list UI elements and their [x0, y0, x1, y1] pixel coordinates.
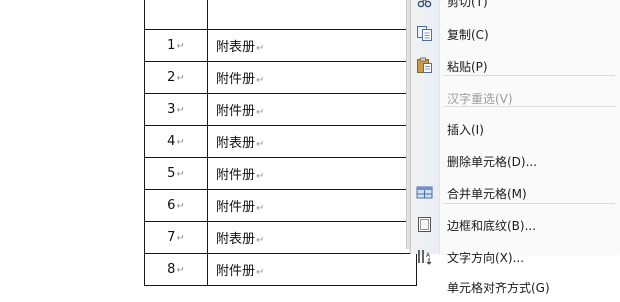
svg-text:A: A [426, 252, 431, 259]
paragraph-mark: ↵ [256, 203, 265, 214]
menu-separator [443, 106, 615, 107]
table-cell-name[interactable]: 附件册↵ [207, 253, 417, 286]
paragraph-mark: ↵ [256, 75, 265, 86]
menu-item-label: 合并单元格(M) [447, 187, 527, 201]
borders-icon [416, 216, 433, 233]
menu-item-reselect-hanzi: 汉字重选(V) [411, 83, 620, 113]
table-cell-number[interactable]: 5↵ [144, 157, 208, 190]
table-row: 8↵ 附件册↵ [144, 253, 417, 286]
row-number: 8 [167, 262, 176, 277]
document-table[interactable]: 1↵ 附表册↵ 2↵ 附件册↵ 3↵ 附件册↵ 4↵ 附表册↵ 5↵ 附件册↵ … [144, 0, 417, 286]
menu-separator [443, 75, 615, 76]
menu-item-borders-shading[interactable]: 边框和底纹(B)... [411, 210, 620, 240]
row-name: 附件册 [216, 264, 256, 279]
paragraph-mark: ↵ [176, 169, 185, 180]
paragraph-mark: ↵ [176, 137, 185, 148]
row-number: 6 [167, 198, 176, 213]
paragraph-mark: ↵ [176, 233, 185, 244]
paragraph-mark: ↵ [176, 201, 185, 212]
menu-item-cell-alignment[interactable]: 单元格对齐方式(G) [411, 272, 620, 302]
menu-item-label: 文字方向(X)... [447, 251, 525, 265]
paragraph-mark: ↵ [256, 235, 265, 246]
page-margin [0, 0, 144, 249]
scissors-icon [416, 0, 433, 9]
paragraph-mark: ↵ [256, 43, 265, 54]
menu-item-label: 复制(C) [447, 28, 489, 42]
table-cell-number[interactable]: 1↵ [144, 29, 208, 62]
table-cell-name[interactable]: 附件册↵ [207, 157, 417, 190]
row-name: 附件册 [216, 200, 256, 215]
paragraph-mark: ↵ [256, 267, 265, 278]
merge-cells-icon [416, 184, 433, 201]
table-cell-name[interactable]: 附件册↵ [207, 189, 417, 222]
table-cell-name[interactable] [207, 0, 417, 30]
table-cell-name[interactable]: 附表册↵ [207, 29, 417, 62]
menu-item-paste[interactable]: 粘贴(P) [411, 51, 620, 81]
menu-item-text-direction[interactable]: A 文字方向(X)... [411, 242, 620, 272]
table-row: 5↵ 附件册↵ [144, 157, 417, 190]
text-direction-icon: A [416, 248, 433, 265]
row-name: 附件册 [216, 168, 256, 183]
paragraph-mark: ↵ [176, 105, 185, 116]
table-cell-number[interactable]: 4↵ [144, 125, 208, 158]
menu-item-label: 剪切(T) [447, 0, 488, 9]
context-menu: 剪切(T) 复制(C) 粘贴(P) 汉字重选(V) 插入(I) 删除单元格(D)… [410, 0, 620, 295]
menu-separator [443, 203, 615, 204]
paragraph-mark: ↵ [176, 265, 185, 276]
menu-item-label: 单元格对齐方式(G) [447, 281, 550, 295]
table-cell-name[interactable]: 附表册↵ [207, 125, 417, 158]
row-number: 5 [167, 166, 176, 181]
menu-item-label: 粘贴(P) [447, 60, 488, 74]
row-name: 附表册 [216, 40, 256, 55]
table-row: 6↵ 附件册↵ [144, 189, 417, 222]
paragraph-mark: ↵ [256, 171, 265, 182]
paragraph-mark: ↵ [176, 41, 185, 52]
menu-item-copy[interactable]: 复制(C) [411, 19, 620, 49]
table-row: 1↵ 附表册↵ [144, 29, 417, 62]
row-name: 附件册 [216, 104, 256, 119]
table-cell-number[interactable] [144, 0, 208, 30]
copy-icon [416, 25, 433, 42]
row-number: 1 [167, 38, 176, 53]
paste-icon [416, 57, 433, 74]
row-name: 附表册 [216, 136, 256, 151]
row-name: 附件册 [216, 72, 256, 87]
menu-item-label: 边框和底纹(B)... [447, 219, 537, 233]
row-number: 4 [167, 134, 176, 149]
table-row: 2↵ 附件册↵ [144, 61, 417, 94]
table-row [144, 0, 417, 30]
table-cell-name[interactable]: 附件册↵ [207, 93, 417, 126]
paragraph-mark: ↵ [176, 73, 185, 84]
menu-item-label: 汉字重选(V) [447, 92, 513, 106]
table-cell-number[interactable]: 6↵ [144, 189, 208, 222]
table-row: 3↵ 附件册↵ [144, 93, 417, 126]
table-cell-number[interactable]: 8↵ [144, 253, 208, 286]
table-row: 4↵ 附表册↵ [144, 125, 417, 158]
row-number: 2 [167, 70, 176, 85]
paragraph-mark: ↵ [256, 107, 265, 118]
table-cell-name[interactable]: 附件册↵ [207, 61, 417, 94]
row-number: 7 [167, 230, 176, 245]
menu-item-cut[interactable]: 剪切(T) [411, 0, 620, 16]
menu-item-insert[interactable]: 插入(I) [411, 114, 620, 144]
menu-item-label: 插入(I) [447, 123, 484, 137]
row-name: 附表册 [216, 232, 256, 247]
table-cell-number[interactable]: 2↵ [144, 61, 208, 94]
table-cell-number[interactable]: 3↵ [144, 93, 208, 126]
row-number: 3 [167, 102, 176, 117]
menu-item-delete-cells[interactable]: 删除单元格(D)... [411, 146, 620, 176]
menu-item-label: 删除单元格(D)... [447, 155, 538, 169]
paragraph-mark: ↵ [256, 139, 265, 150]
